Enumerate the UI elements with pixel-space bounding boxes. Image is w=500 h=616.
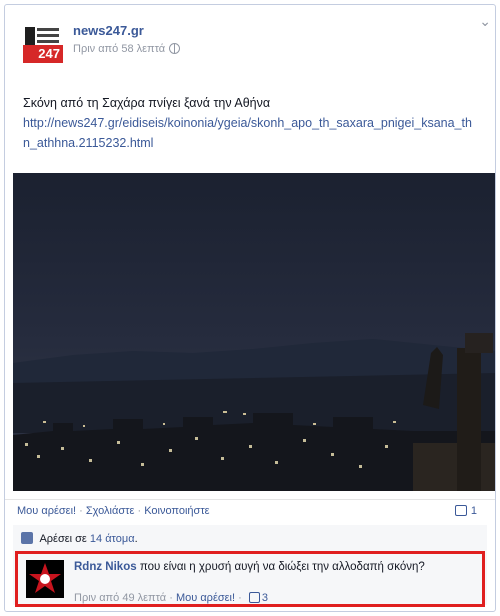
facebook-post-card: 247 news247.gr Πριν από 58 λεπτά ⌄ Σκόνη… <box>4 4 496 612</box>
chevron-down-icon[interactable]: ⌄ <box>479 13 491 30</box>
likes-count-link[interactable]: 14 άτομα <box>90 533 135 545</box>
comment-meta: Πριν από 49 λεπτά · Μου αρέσει! · 3 <box>74 592 268 604</box>
feedback-section: Αρέσει σε 14 άτομα. Rdnz Nikos που είναι… <box>13 525 487 607</box>
post-timestamp[interactable]: Πριν από 58 λεπτά <box>73 43 181 55</box>
separator: · <box>79 505 86 517</box>
night-city-image <box>13 173 495 491</box>
likes-summary: Αρέσει σε 14 άτομα. <box>21 532 138 545</box>
comment-icon <box>454 505 467 516</box>
comment-action[interactable]: Σχολιάστε <box>86 505 135 517</box>
thumbs-up-icon <box>21 532 33 544</box>
post-text: Σκόνη από τη Σαχάρα πνίγει ξανά την Αθήν… <box>23 96 271 110</box>
comment-time[interactable]: Πριν από 49 λεπτά <box>74 592 166 604</box>
comment-count-button[interactable]: 1 <box>454 500 477 522</box>
comment-like-count[interactable]: 3 <box>262 592 268 604</box>
likes-prefix: Αρέσει σε <box>39 533 87 545</box>
avatar[interactable] <box>26 560 64 598</box>
logo-number: 247 <box>23 45 63 63</box>
post-photo[interactable] <box>13 173 495 491</box>
separator: · <box>169 592 176 604</box>
logo-lines <box>37 28 59 43</box>
post-time-text: Πριν από 58 λεπτά <box>73 43 166 55</box>
post-header: 247 news247.gr Πριν από 58 λεπτά ⌄ <box>15 13 491 63</box>
comment-like-link[interactable]: Μου αρέσει! <box>176 592 235 604</box>
comment-author-link[interactable]: Rdnz Nikos <box>74 561 137 573</box>
post-message: Σκόνη από τη Σαχάρα πνίγει ξανά την Αθήν… <box>23 93 473 153</box>
logo-top <box>23 23 63 45</box>
post-link[interactable]: http://news247.gr/eidiseis/koinonia/ygei… <box>23 113 473 153</box>
post-actions-bar: Μου αρέσει! · Σχολιάστε · Κοινοποιήστε 1 <box>5 499 495 522</box>
likes-suffix: . <box>134 533 138 545</box>
like-action[interactable]: Μου αρέσει! <box>17 505 76 517</box>
comment-text: που είναι η χρυσή αυγή να διώξει την αλλ… <box>139 561 425 573</box>
separator: · <box>238 592 245 604</box>
share-action[interactable]: Κοινοποιήστε <box>144 505 209 517</box>
comment-body: Rdnz Nikos που είναι η χρυσή αυγή να διώ… <box>74 559 444 575</box>
globe-icon <box>169 43 181 54</box>
comment-highlighted: Rdnz Nikos που είναι η χρυσή αυγή να διώ… <box>15 551 485 607</box>
star-emblem-icon <box>26 560 64 598</box>
comment-count: 1 <box>470 505 477 517</box>
page-logo[interactable]: 247 <box>23 23 63 63</box>
thumbs-up-icon <box>248 592 260 603</box>
page-name-link[interactable]: news247.gr <box>73 23 144 38</box>
